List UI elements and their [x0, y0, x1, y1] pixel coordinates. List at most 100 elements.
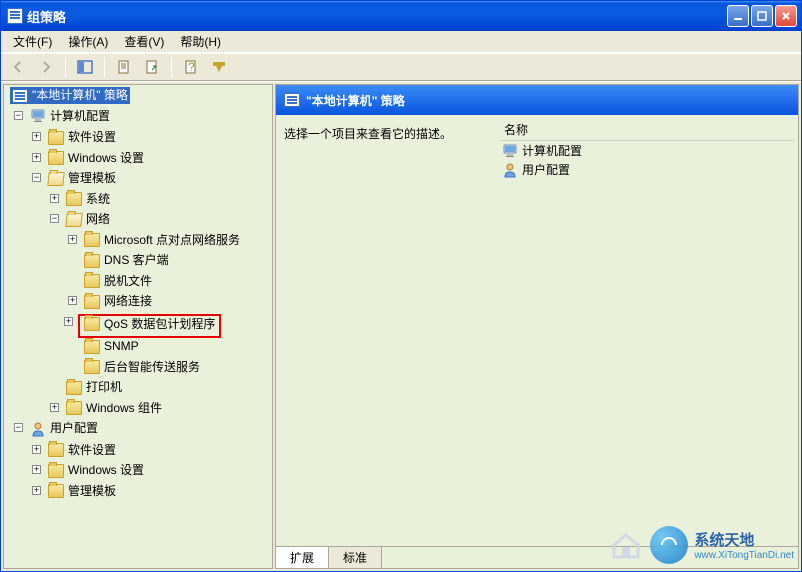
tree-offline-files[interactable]: 脱机文件 [82, 273, 154, 290]
folder-icon [48, 151, 64, 165]
toggle-icon[interactable]: + [32, 153, 41, 162]
toggle-icon[interactable]: + [32, 486, 41, 495]
tree-windows-settings[interactable]: Windows 设置 [46, 150, 146, 167]
tree-bits[interactable]: 后台智能传送服务 [82, 359, 202, 376]
tree-ms-p2p[interactable]: Microsoft 点对点网络服务 [82, 232, 242, 249]
menubar: 文件(F) 操作(A) 查看(V) 帮助(H) [1, 31, 801, 53]
details-header: "本地计算机" 策略 [276, 85, 798, 115]
toggle-icon[interactable]: − [14, 423, 23, 432]
folder-icon [48, 464, 64, 478]
content-area: "本地计算机" 策略 − 计算机配置 + 软件设置 + Windows 设置 − 管理… [1, 81, 801, 571]
tree-user-windows[interactable]: Windows 设置 [46, 462, 146, 479]
details-body: 选择一个项目来查看它的描述。 名称 计算机配置 用户配置 [276, 115, 798, 546]
tree-root[interactable]: "本地计算机" 策略 [10, 87, 130, 104]
folder-icon [66, 401, 82, 415]
properties-button[interactable] [113, 56, 135, 78]
column-header-name[interactable]: 名称 [500, 119, 794, 141]
label: 管理模板 [68, 170, 116, 187]
filter-button[interactable] [208, 56, 230, 78]
titlebar: 组策略 [1, 1, 801, 31]
computer-icon [30, 108, 46, 124]
toolbar-separator [171, 57, 172, 77]
folder-icon [84, 274, 100, 288]
label: Microsoft 点对点网络服务 [104, 232, 240, 249]
highlight-box: +QoS 数据包计划程序 [78, 314, 221, 339]
toggle-icon[interactable]: + [50, 403, 59, 412]
label: 打印机 [86, 379, 122, 396]
tree-snmp[interactable]: SNMP [82, 338, 141, 355]
tree-qos[interactable]: QoS 数据包计划程序 [82, 316, 217, 333]
toolbar: ? [1, 53, 801, 81]
tree-network-connections[interactable]: 网络连接 [82, 293, 154, 310]
tree-computer-config[interactable]: 计算机配置 [28, 108, 112, 125]
menu-file[interactable]: 文件(F) [7, 31, 58, 52]
label: Windows 设置 [68, 150, 144, 167]
folder-icon [48, 484, 64, 498]
tree-admin-templates[interactable]: 管理模板 [46, 170, 118, 187]
toggle-icon[interactable]: + [64, 317, 73, 326]
label: 计算机配置 [50, 108, 110, 125]
user-icon [502, 162, 518, 178]
tree-software-settings[interactable]: 软件设置 [46, 129, 118, 146]
list-item-user[interactable]: 用户配置 [500, 160, 794, 179]
app-window: 组策略 文件(F) 操作(A) 查看(V) 帮助(H) ? "本地计算机" 策 [0, 0, 802, 572]
tab-standard[interactable]: 标准 [329, 547, 382, 568]
window-title: 组策略 [27, 7, 727, 26]
toggle-icon[interactable]: − [14, 111, 23, 120]
details-title: "本地计算机" 策略 [306, 92, 405, 109]
tree-dns-client[interactable]: DNS 客户端 [82, 252, 171, 269]
toggle-icon[interactable]: + [68, 235, 77, 244]
label: 用户配置 [522, 161, 570, 178]
show-hide-tree-button[interactable] [74, 56, 96, 78]
user-icon [30, 421, 46, 437]
forward-button [35, 56, 57, 78]
policy-icon [12, 89, 28, 103]
tabs: 扩展 标准 [276, 546, 798, 568]
toggle-icon[interactable]: + [32, 445, 41, 454]
toggle-icon[interactable]: − [32, 173, 41, 182]
toggle-icon[interactable]: + [50, 194, 59, 203]
toggle-icon[interactable]: + [32, 465, 41, 474]
toggle-icon[interactable]: − [50, 214, 59, 223]
tree-windows-components[interactable]: Windows 组件 [64, 400, 164, 417]
menu-help[interactable]: 帮助(H) [174, 31, 227, 52]
description-column: 选择一个项目来查看它的描述。 [276, 115, 496, 546]
minimize-button[interactable] [727, 5, 749, 27]
policy-icon [284, 93, 300, 107]
tree: "本地计算机" 策略 − 计算机配置 + 软件设置 + Windows 设置 − 管理… [8, 87, 270, 503]
label: DNS 客户端 [104, 252, 169, 269]
folder-open-icon [47, 172, 64, 186]
label: Windows 组件 [86, 400, 162, 417]
label: 管理模板 [68, 483, 116, 500]
tree-network[interactable]: 网络 [64, 211, 112, 228]
description-text: 选择一个项目来查看它的描述。 [284, 127, 452, 141]
tab-extended[interactable]: 扩展 [276, 547, 329, 568]
export-button[interactable] [141, 56, 163, 78]
tree-user-config[interactable]: 用户配置 [28, 420, 100, 437]
tree-root-label: "本地计算机" 策略 [32, 87, 128, 104]
close-button[interactable] [775, 5, 797, 27]
folder-icon [84, 295, 100, 309]
tree-user-admin[interactable]: 管理模板 [46, 483, 118, 500]
folder-icon [48, 443, 64, 457]
label: 网络 [86, 211, 110, 228]
toolbar-separator [104, 57, 105, 77]
toggle-icon[interactable]: + [32, 132, 41, 141]
label: 软件设置 [68, 442, 116, 459]
tree-printers[interactable]: 打印机 [64, 379, 124, 396]
menu-view[interactable]: 查看(V) [118, 31, 170, 52]
items-column: 名称 计算机配置 用户配置 [496, 115, 798, 546]
list-item-computer[interactable]: 计算机配置 [500, 141, 794, 160]
maximize-button[interactable] [751, 5, 773, 27]
tree-system[interactable]: 系统 [64, 191, 112, 208]
help-button[interactable]: ? [180, 56, 202, 78]
folder-icon [84, 233, 100, 247]
label: 计算机配置 [522, 142, 582, 159]
tree-user-software[interactable]: 软件设置 [46, 442, 118, 459]
menu-action[interactable]: 操作(A) [62, 31, 114, 52]
toolbar-separator [65, 57, 66, 77]
toggle-icon[interactable]: + [68, 296, 77, 305]
folder-icon [84, 340, 100, 354]
folder-icon [84, 254, 100, 268]
tree-panel[interactable]: "本地计算机" 策略 − 计算机配置 + 软件设置 + Windows 设置 − 管理… [3, 84, 273, 569]
